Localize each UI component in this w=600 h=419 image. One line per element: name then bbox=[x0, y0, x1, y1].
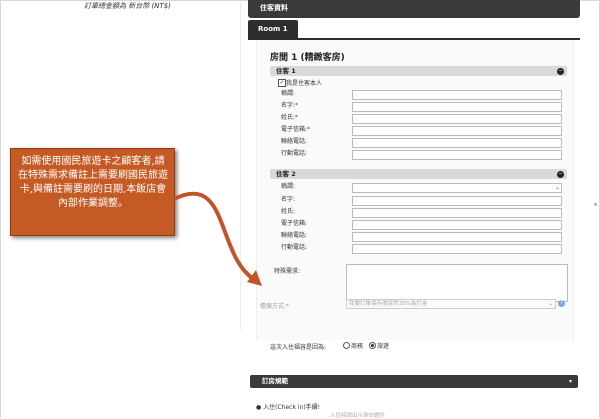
callout-arrow bbox=[170, 191, 262, 286]
